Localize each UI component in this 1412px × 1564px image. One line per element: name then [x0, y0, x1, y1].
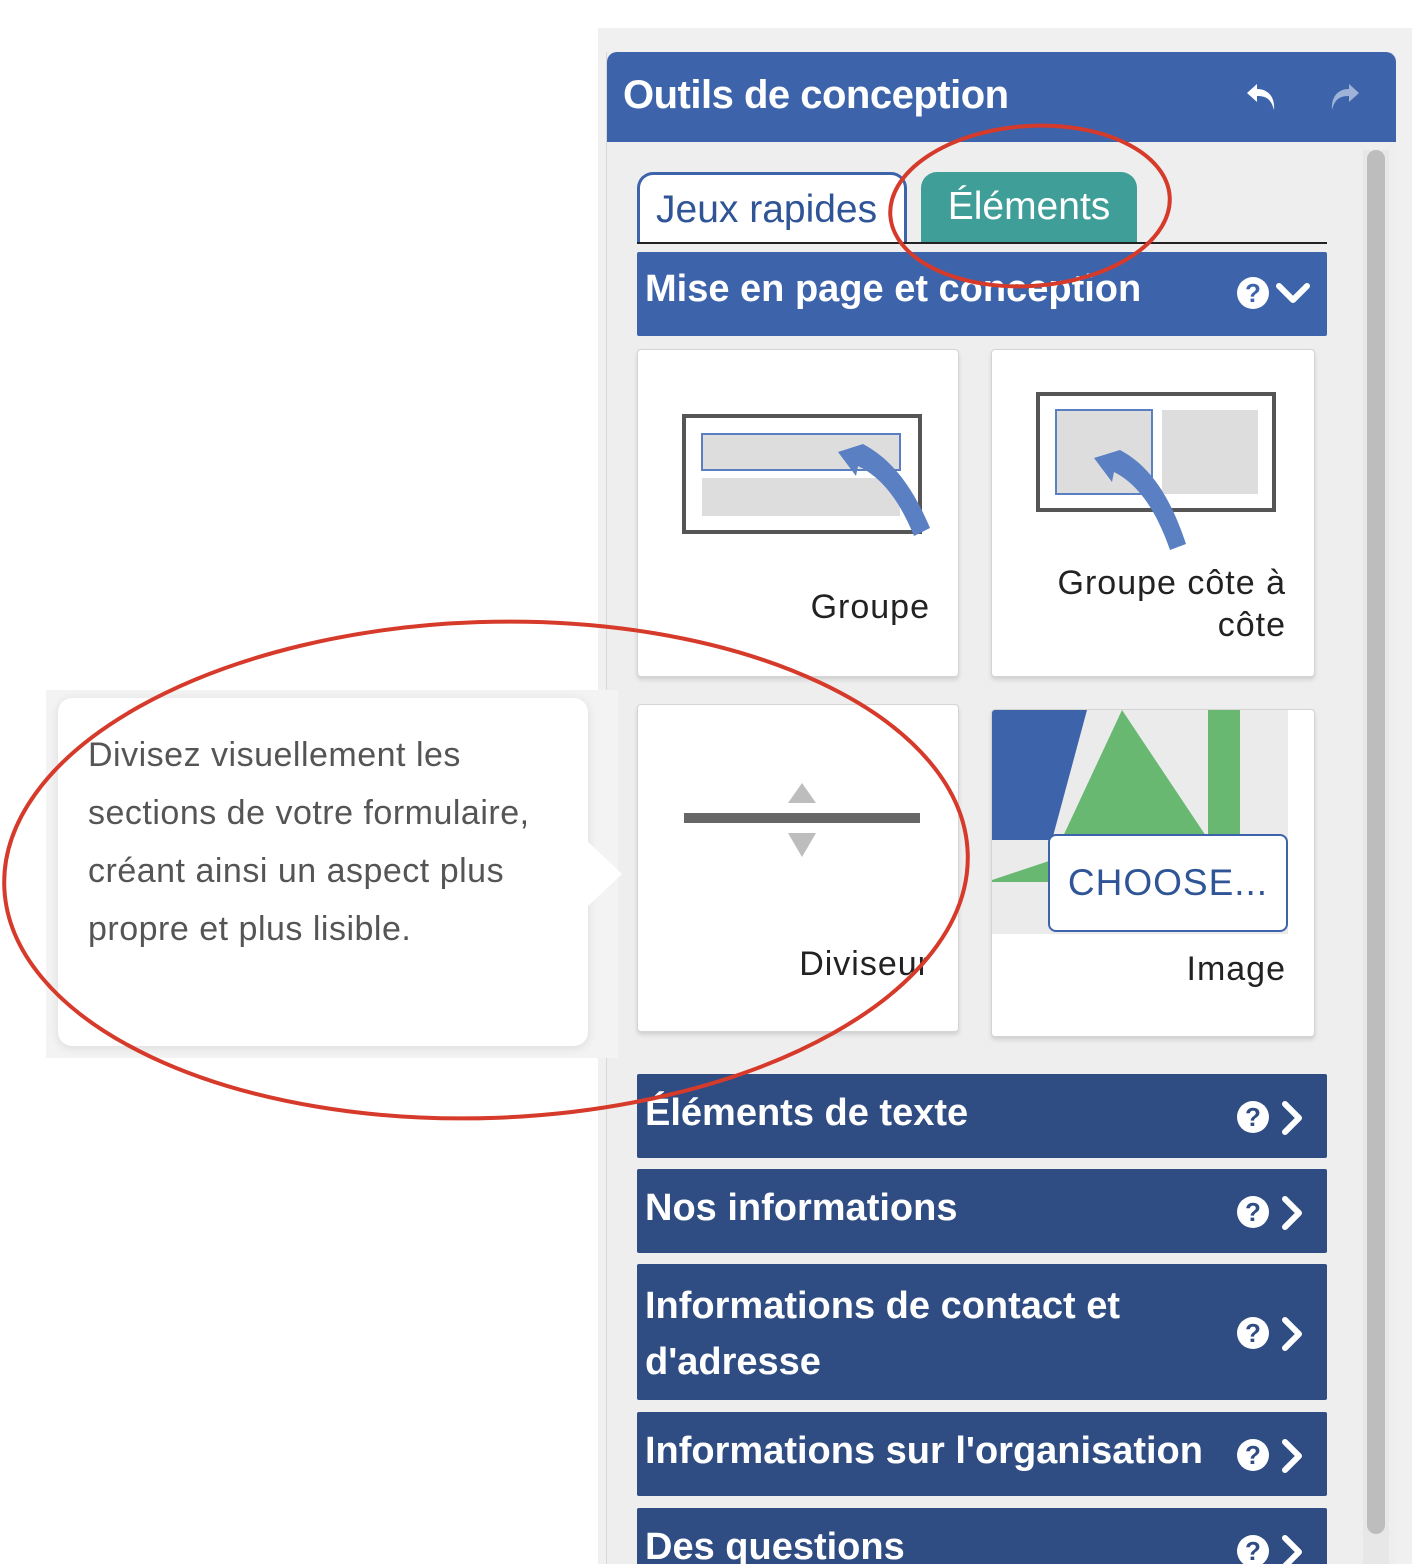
tile-label: Groupe	[810, 588, 930, 626]
chevron-down-icon	[1273, 274, 1313, 314]
section-label: Nos informations	[645, 1187, 958, 1229]
divider-tooltip: Divisez visuellement les sections de vot…	[58, 698, 588, 1046]
divider-icon	[684, 783, 920, 857]
section-text-elements[interactable]: Éléments de texte ?	[637, 1074, 1327, 1158]
tab-quick-sets[interactable]: Jeux rapides	[637, 172, 907, 242]
section-our-information[interactable]: Nos informations ?	[637, 1169, 1327, 1253]
chevron-right-icon	[1273, 1193, 1313, 1233]
group-layout-icon	[682, 414, 930, 536]
side-by-side-group-icon	[1036, 392, 1276, 550]
chevron-right-icon	[1273, 1098, 1313, 1138]
section-icons: ?	[1237, 1532, 1315, 1564]
chevron-right-icon	[1273, 1314, 1313, 1354]
choose-image-button[interactable]: CHOOSE...	[1048, 834, 1288, 932]
chevron-right-icon	[1273, 1532, 1313, 1564]
section-label: Éléments de texte	[645, 1092, 969, 1134]
tile-image[interactable]: CHOOSE... Image	[991, 709, 1315, 1037]
help-icon[interactable]: ?	[1237, 1101, 1269, 1133]
tile-side-by-side-group[interactable]: Groupe côte à côte	[991, 349, 1315, 677]
tooltip-text: Divisez visuellement les sections de vot…	[88, 736, 530, 948]
tile-label: Image	[1186, 950, 1286, 988]
tile-label: Groupe côte à côte	[1057, 564, 1286, 644]
section-label: Informations sur l'organisation	[645, 1430, 1203, 1472]
section-questions[interactable]: Des questions ?	[637, 1508, 1327, 1564]
redo-icon[interactable]	[1323, 76, 1363, 116]
tooltip-arrow	[586, 840, 622, 908]
section-contact-address[interactable]: Informations de contact et d'adresse ?	[637, 1264, 1327, 1400]
section-organization-info[interactable]: Informations sur l'organisation ?	[637, 1412, 1327, 1496]
section-label: Informations de contact et d'adresse	[645, 1285, 1121, 1383]
tile-label: Diviseur	[799, 945, 930, 983]
section-icons: ?	[1237, 1314, 1315, 1354]
help-icon[interactable]: ?	[1237, 1535, 1269, 1564]
section-icons: ?	[1237, 1436, 1315, 1476]
section-icons: ?	[1237, 1098, 1315, 1138]
help-icon[interactable]: ?	[1237, 277, 1269, 309]
section-icons: ?	[1237, 1193, 1315, 1233]
help-icon[interactable]: ?	[1237, 1317, 1269, 1349]
tile-group[interactable]: Groupe	[637, 349, 959, 677]
section-label: Des questions	[645, 1526, 905, 1564]
section-label: Mise en page et conception	[645, 268, 1142, 310]
tabs-divider	[637, 242, 1327, 244]
panel-title: Outils de conception	[623, 73, 1009, 117]
chevron-right-icon	[1273, 1436, 1313, 1476]
scrollbar-track[interactable]	[1363, 150, 1389, 1564]
design-tools-panel: Outils de conception Jeux rapides Élémen…	[606, 52, 1396, 1564]
help-icon[interactable]: ?	[1237, 1439, 1269, 1471]
tab-elements[interactable]: Éléments	[921, 172, 1137, 242]
help-icon[interactable]: ?	[1237, 1196, 1269, 1228]
panel-header: Outils de conception	[607, 52, 1396, 142]
tile-divider[interactable]: Diviseur	[637, 704, 959, 1032]
undo-icon[interactable]	[1243, 76, 1283, 116]
scrollbar-thumb[interactable]	[1367, 150, 1385, 1534]
section-icons: ?	[1237, 274, 1315, 314]
section-layout-design[interactable]: Mise en page et conception ?	[637, 252, 1327, 336]
